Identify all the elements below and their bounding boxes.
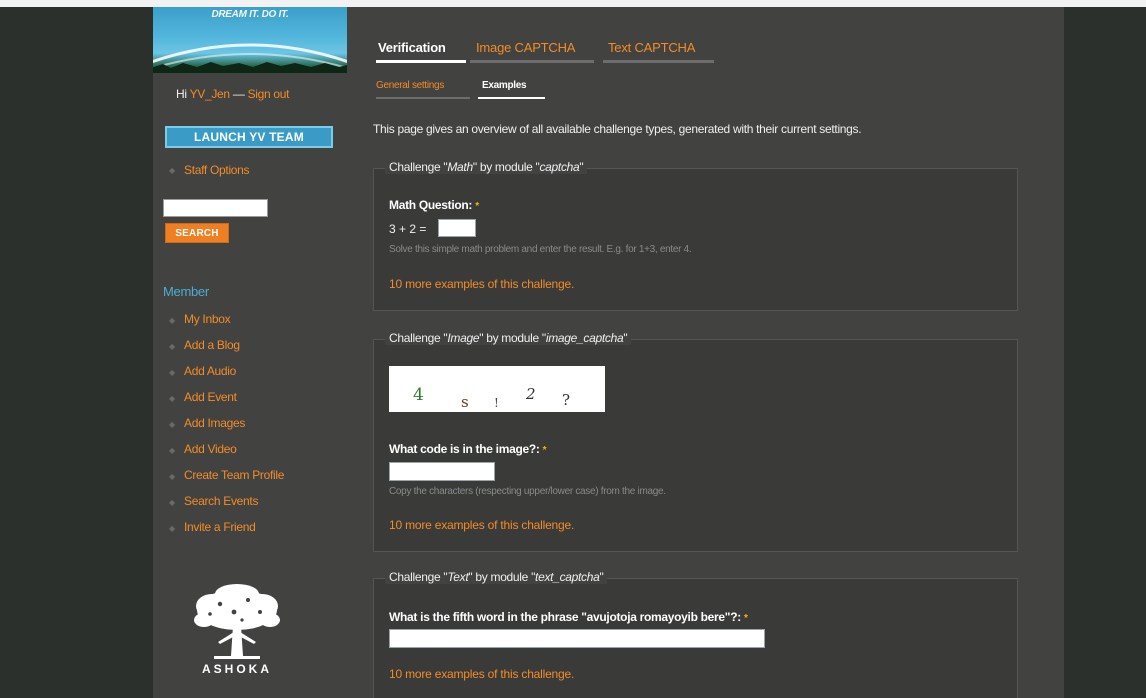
member-item-add-video[interactable]: Add Video <box>184 442 237 456</box>
image-description: Copy the characters (respecting upper/lo… <box>389 486 666 497</box>
math-description: Solve this simple math problem and enter… <box>389 244 692 255</box>
subtab-underline-active <box>478 97 545 99</box>
bullet-icon: ◆ <box>169 368 176 377</box>
logo-text: ASHOKA <box>201 662 272 676</box>
fieldset-legend: Challenge "Image" by module "image_captc… <box>385 331 632 345</box>
username-link[interactable]: YV_Jen <box>190 87 231 101</box>
image-question-label: What code is in the image?: * <box>389 442 547 456</box>
text-answer-input[interactable] <box>389 629 765 648</box>
challenge-image-fieldset: Challenge "Image" by module "image_captc… <box>373 331 1018 552</box>
site-banner[interactable]: DREAM IT. DO IT. <box>153 7 347 73</box>
launch-team-button[interactable]: LAUNCH YV TEAM <box>165 126 333 148</box>
member-item-create-team-profile[interactable]: Create Team Profile <box>184 468 284 482</box>
challenge-type: Text <box>447 570 469 584</box>
ashoka-tree-icon[interactable] <box>190 582 285 662</box>
required-asterisk: * <box>475 201 479 212</box>
tab-text-captcha[interactable]: Text CAPTCHA <box>608 40 695 55</box>
required-asterisk: * <box>743 613 748 624</box>
image-more-examples-link[interactable]: 10 more examples of this challenge. <box>389 518 574 532</box>
captcha-image: 4 s ! 2 ? <box>389 366 605 412</box>
bullet-icon: ◆ <box>169 166 176 175</box>
bullet-icon: ◆ <box>169 472 176 481</box>
challenge-module: image_captcha <box>545 331 624 345</box>
banner-tagline: DREAM IT. DO IT. <box>211 9 289 20</box>
bullet-icon: ◆ <box>169 420 176 429</box>
subtab-examples[interactable]: Examples <box>482 80 527 91</box>
text-more-examples-link[interactable]: 10 more examples of this challenge. <box>389 667 574 681</box>
challenge-type: Math <box>447 160 473 174</box>
challenge-type: Image <box>447 331 480 345</box>
subtab-general-settings[interactable]: General settings <box>376 80 444 91</box>
captcha-char: 4 <box>413 385 424 405</box>
required-asterisk: * <box>542 445 547 456</box>
tab-verification[interactable]: Verification <box>378 40 446 55</box>
search-button[interactable]: SEARCH <box>165 223 229 243</box>
bullet-icon: ◆ <box>169 316 176 325</box>
fieldset-legend: Challenge "Math" by module "captcha" <box>385 160 588 174</box>
tab-image-captcha[interactable]: Image CAPTCHA <box>476 40 575 55</box>
subtab-underline <box>376 97 470 99</box>
left-gutter <box>0 7 153 698</box>
tab-underline-active <box>376 60 466 63</box>
text-question-label: What is the fifth word in the phrase "av… <box>389 610 748 624</box>
member-item-add-images[interactable]: Add Images <box>184 416 245 430</box>
member-item-search-events[interactable]: Search Events <box>184 494 258 508</box>
user-greeting: Hi YV_Jen — Sign out <box>176 87 290 101</box>
staff-options-link[interactable]: Staff Options <box>184 163 250 177</box>
member-item-add-event[interactable]: Add Event <box>184 390 237 404</box>
member-item-add-audio[interactable]: Add Audio <box>184 364 236 378</box>
greeting-separator: — <box>229 87 248 101</box>
fieldset-legend: Challenge "Text" by module "text_captcha… <box>385 570 608 584</box>
bullet-icon: ◆ <box>169 394 176 403</box>
member-heading: Member <box>163 284 209 299</box>
captcha-char: ! <box>494 396 499 410</box>
bullet-icon: ◆ <box>169 524 176 533</box>
member-item-my-inbox[interactable]: My Inbox <box>184 312 231 326</box>
right-gutter <box>1064 7 1146 698</box>
math-more-examples-link[interactable]: 10 more examples of this challenge. <box>389 277 574 291</box>
top-strip <box>0 0 1146 7</box>
member-item-add-blog[interactable]: Add a Blog <box>184 338 240 352</box>
captcha-code-input[interactable] <box>389 462 495 481</box>
tab-underline <box>603 60 714 63</box>
captcha-char: 2 <box>526 385 536 403</box>
tab-underline <box>470 60 594 63</box>
challenge-math-fieldset: Challenge "Math" by module "captcha" Mat… <box>373 160 1018 311</box>
challenge-text-fieldset: Challenge "Text" by module "text_captcha… <box>373 570 1018 698</box>
captcha-char: s <box>461 393 469 411</box>
greeting-prefix: Hi <box>176 87 190 101</box>
search-input[interactable] <box>163 199 268 217</box>
member-item-invite-friend[interactable]: Invite a Friend <box>184 520 256 534</box>
bullet-icon: ◆ <box>169 498 176 507</box>
signout-link[interactable]: Sign out <box>248 87 290 101</box>
challenge-module: text_captcha <box>535 570 600 584</box>
challenge-module: captcha <box>539 160 580 174</box>
math-question-label: Math Question: * <box>389 198 479 212</box>
bullet-icon: ◆ <box>169 446 176 455</box>
captcha-char: ? <box>562 391 571 409</box>
math-answer-input[interactable] <box>438 219 476 237</box>
math-question-text: 3 + 2 = <box>389 222 427 236</box>
bullet-icon: ◆ <box>169 342 176 351</box>
intro-text: This page gives an overview of all avail… <box>373 122 862 136</box>
